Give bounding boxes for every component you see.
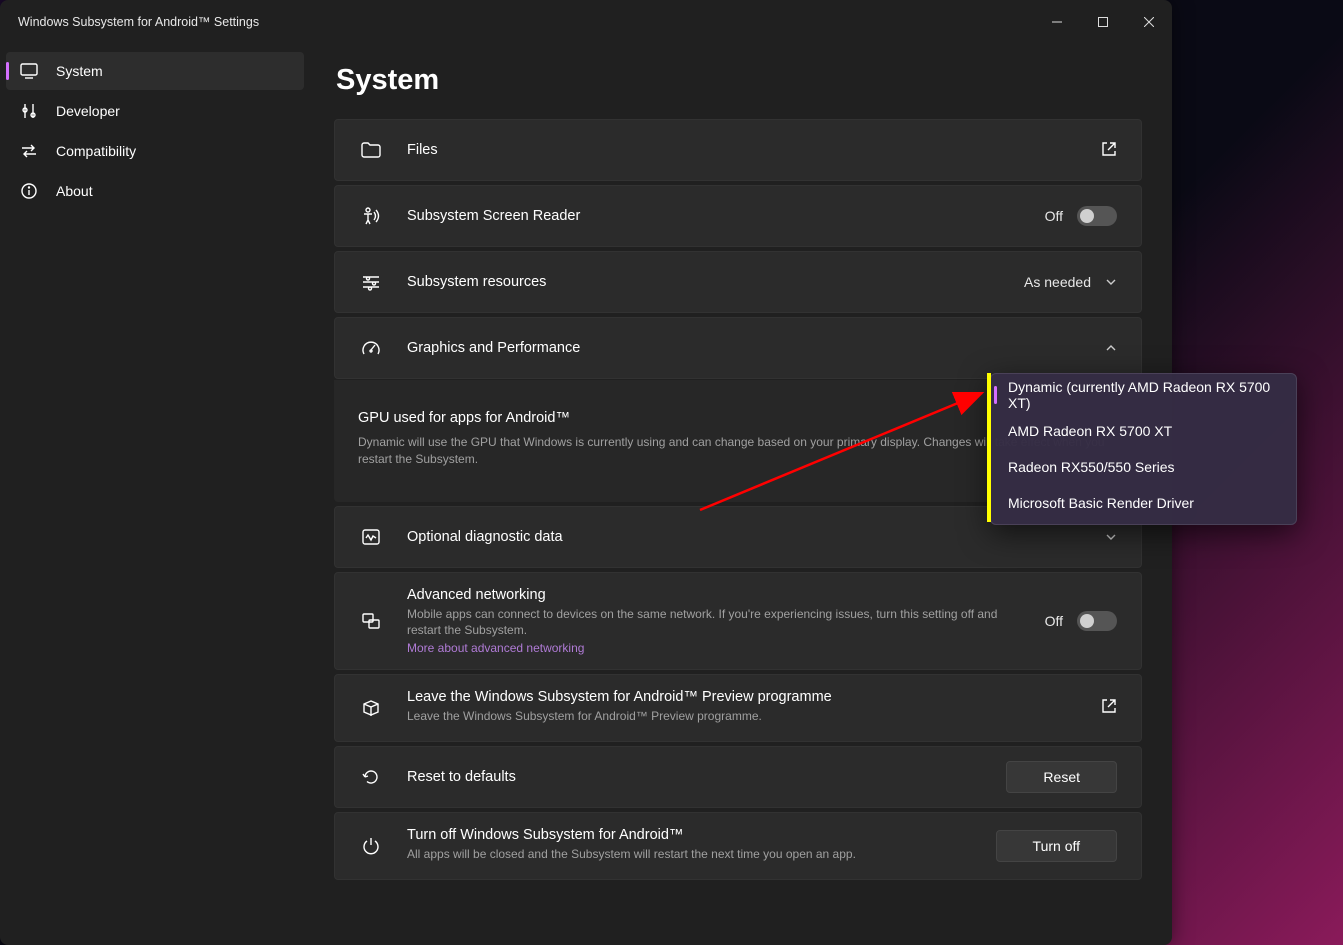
maximize-button[interactable] [1080,6,1126,38]
preview-row[interactable]: Leave the Windows Subsystem for Android™… [334,674,1142,742]
annotation-highlight-bar [987,373,991,522]
tools-icon [20,102,38,120]
chevron-down-icon [1105,531,1117,543]
gpu-option-rx550[interactable]: Radeon RX550/550 Series [994,449,1293,485]
turnoff-desc: All apps will be closed and the Subsyste… [407,846,972,862]
window-title: Windows Subsystem for Android™ Settings [18,15,259,29]
screen-reader-row[interactable]: Subsystem Screen Reader Off [334,185,1142,247]
networking-toggle[interactable] [1077,611,1117,631]
preview-desc: Leave the Windows Subsystem for Android™… [407,708,1077,724]
chevron-down-icon [1105,276,1117,288]
reset-icon [359,767,383,787]
power-icon [359,836,383,856]
networking-desc: Mobile apps can connect to devices on th… [407,606,1021,638]
reset-row: Reset to defaults Reset [334,746,1142,808]
graphics-row[interactable]: Graphics and Performance [334,317,1142,379]
networking-state: Off [1045,613,1063,629]
gpu-option-basic[interactable]: Microsoft Basic Render Driver [994,485,1293,521]
files-label: Files [407,142,1077,158]
turnoff-button[interactable]: Turn off [996,830,1117,862]
reset-label: Reset to defaults [407,769,982,785]
files-row[interactable]: Files [334,119,1142,181]
folder-icon [359,141,383,159]
turnoff-row: Turn off Windows Subsystem for Android™ … [334,812,1142,880]
sidebar-item-label: About [56,183,93,199]
sidebar: System Developer Compatibility About [0,44,310,945]
close-button[interactable] [1126,6,1172,38]
resources-label: Subsystem resources [407,274,1000,290]
sidebar-item-label: Developer [56,103,120,119]
sidebar-item-label: Compatibility [56,143,136,159]
resources-row[interactable]: Subsystem resources As needed [334,251,1142,313]
display-icon [20,63,38,79]
sidebar-item-system[interactable]: System [6,52,304,90]
resources-value: As needed [1024,274,1091,290]
sidebar-item-label: System [56,63,103,79]
networking-label: Advanced networking [407,587,1021,603]
info-icon [20,182,38,200]
gpu-option-dynamic[interactable]: Dynamic (currently AMD Radeon RX 5700 XT… [994,377,1293,413]
networking-link[interactable]: More about advanced networking [407,641,1021,655]
open-external-icon [1101,141,1117,160]
sidebar-item-developer[interactable]: Developer [6,92,304,130]
screen-reader-label: Subsystem Screen Reader [407,208,1021,224]
reset-button[interactable]: Reset [1006,761,1117,793]
screen-reader-state: Off [1045,208,1063,224]
network-icon [359,612,383,630]
preview-label: Leave the Windows Subsystem for Android™… [407,689,1077,705]
sidebar-item-about[interactable]: About [6,172,304,210]
open-external-icon [1101,698,1117,717]
titlebar[interactable]: Windows Subsystem for Android™ Settings [0,0,1172,44]
accessibility-icon [359,206,383,226]
page-title: System [336,64,1142,97]
networking-row[interactable]: Advanced networking Mobile apps can conn… [334,572,1142,670]
minimize-button[interactable] [1034,6,1080,38]
graphics-label: Graphics and Performance [407,340,1081,356]
sidebar-item-compatibility[interactable]: Compatibility [6,132,304,170]
gpu-dropdown[interactable]: Dynamic (currently AMD Radeon RX 5700 XT… [990,373,1297,525]
performance-icon [359,339,383,357]
sliders-icon [359,273,383,291]
package-icon [359,698,383,718]
screen-reader-toggle[interactable] [1077,206,1117,226]
chevron-up-icon [1105,342,1117,354]
diagnostic-icon [359,528,383,546]
swap-icon [20,143,38,159]
gpu-option-amd5700[interactable]: AMD Radeon RX 5700 XT [994,413,1293,449]
diagnostic-label: Optional diagnostic data [407,529,1081,545]
turnoff-label: Turn off Windows Subsystem for Android™ [407,827,972,843]
